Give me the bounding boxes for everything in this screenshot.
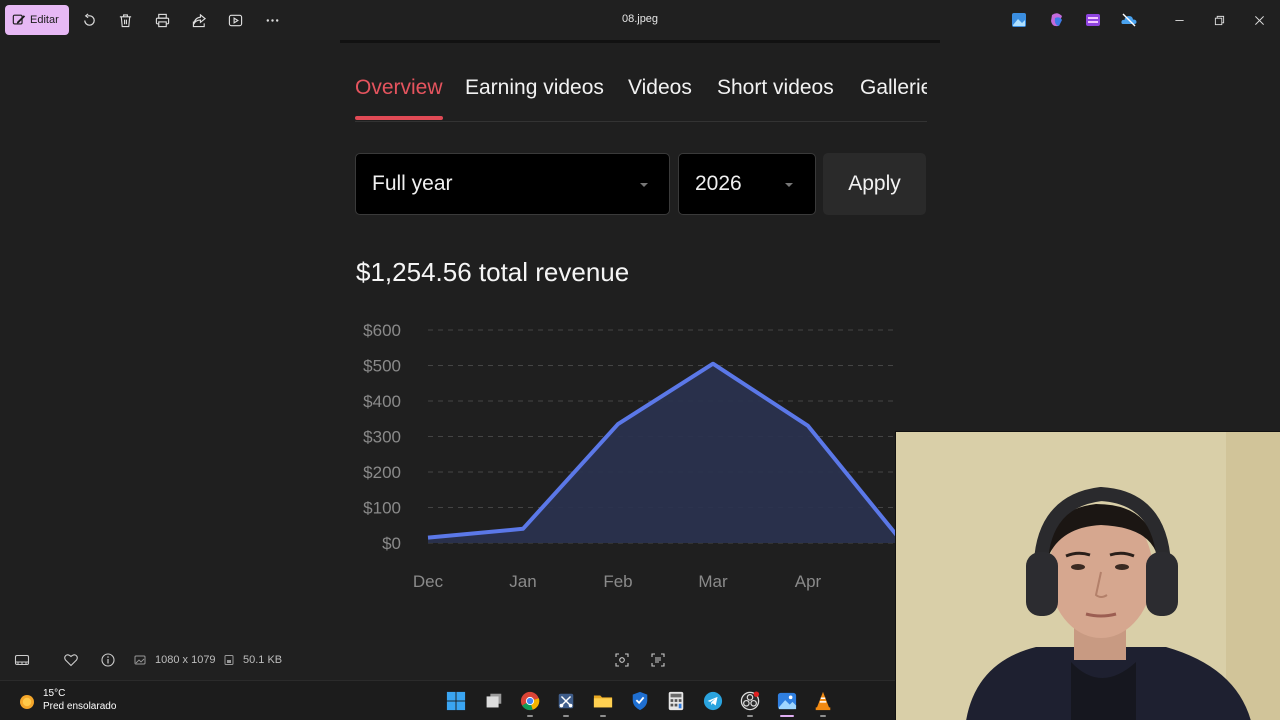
windows-start-icon[interactable] <box>445 690 467 712</box>
info-icon[interactable] <box>100 652 116 668</box>
year-select-value: 2026 <box>695 172 742 195</box>
running-indicator <box>820 715 826 717</box>
file-explorer-icon[interactable] <box>592 690 614 712</box>
file-size: 50.1 KB <box>243 654 283 666</box>
minimize-button[interactable] <box>1169 10 1189 30</box>
scan-text-icon[interactable] <box>650 652 666 668</box>
running-indicator <box>527 715 533 717</box>
period-select[interactable]: Full year <box>355 153 670 215</box>
y-tick-label: $400 <box>363 392 401 411</box>
x-tick-label: Feb <box>603 572 632 591</box>
image-dimensions: 1080 x 1079 <box>155 654 216 666</box>
calculator-icon[interactable] <box>665 690 687 712</box>
x-tick-label: Jan <box>509 572 536 591</box>
tab-short-videos[interactable]: Short videos <box>717 76 834 100</box>
restore-icon <box>1214 15 1224 25</box>
y-tick-label: $600 <box>363 321 401 340</box>
weather-temperature[interactable]: 15°C <box>43 688 65 699</box>
webcam-overlay <box>895 431 1280 720</box>
file-size-icon <box>224 655 234 665</box>
tab-overview[interactable]: Overview <box>355 76 443 100</box>
photo-top-edge <box>340 40 940 43</box>
onedrive-offline-icon[interactable] <box>1120 11 1138 29</box>
copilot-tray-icon[interactable] <box>1048 11 1066 29</box>
photos-app-icon[interactable] <box>776 690 798 712</box>
clipchamp-tray-icon[interactable] <box>1084 11 1102 29</box>
y-tick-label: $100 <box>363 499 401 518</box>
running-indicator <box>600 715 606 717</box>
weather-sunny-icon[interactable] <box>17 691 37 711</box>
telegram-icon[interactable] <box>702 690 724 712</box>
active-tab-indicator <box>355 116 443 120</box>
close-icon <box>1254 15 1264 25</box>
total-revenue-heading: $1,254.56 total revenue <box>356 257 630 287</box>
title-bar: Editar 08.jpeg <box>0 0 1280 40</box>
weather-description[interactable]: Pred ensolarado <box>43 701 116 712</box>
y-tick-label: $500 <box>363 357 401 376</box>
period-select-value: Full year <box>372 172 453 195</box>
dimensions-icon <box>134 655 146 665</box>
tab-earning-videos[interactable]: Earning videos <box>465 76 604 100</box>
apply-button[interactable]: Apply <box>823 153 926 215</box>
vlc-icon[interactable] <box>812 690 834 712</box>
running-indicator <box>747 715 753 717</box>
active-app-indicator <box>780 715 794 717</box>
chevron-down-icon <box>640 183 648 187</box>
webcam-person-image <box>896 432 1280 720</box>
photos-tray-icon[interactable] <box>1010 11 1028 29</box>
x-tick-label: Apr <box>795 572 822 591</box>
favorite-heart-icon[interactable] <box>63 652 79 668</box>
y-tick-label: $200 <box>363 463 401 482</box>
restore-button[interactable] <box>1209 10 1229 30</box>
fit-to-window-icon[interactable] <box>614 652 630 668</box>
dashboard-tabs: Overview Earning videos Videos Short vid… <box>355 76 927 122</box>
task-view-icon[interactable] <box>483 690 505 712</box>
series-area <box>428 363 895 543</box>
y-tick-label: $0 <box>382 534 401 553</box>
tab-videos[interactable]: Videos <box>628 76 692 100</box>
x-tick-label: Mar <box>698 572 728 591</box>
defender-icon[interactable] <box>629 690 651 712</box>
minimize-icon <box>1174 19 1184 21</box>
y-tick-label: $300 <box>363 428 401 447</box>
filmstrip-icon[interactable] <box>14 652 30 668</box>
close-button[interactable] <box>1249 10 1269 30</box>
year-select[interactable]: 2026 <box>678 153 816 215</box>
chevron-down-icon <box>785 183 793 187</box>
x-tick-label: Dec <box>413 572 444 591</box>
running-indicator <box>563 715 569 717</box>
snipping-tool-icon[interactable] <box>555 690 577 712</box>
tab-galleries[interactable]: Galleries <box>860 76 927 100</box>
chrome-icon[interactable] <box>519 690 541 712</box>
revenue-chart: $600 $500 $400 $300 $200 $100 $0 Dec Jan Feb Mar Ap… <box>363 321 895 591</box>
obs-studio-icon[interactable] <box>739 690 761 712</box>
